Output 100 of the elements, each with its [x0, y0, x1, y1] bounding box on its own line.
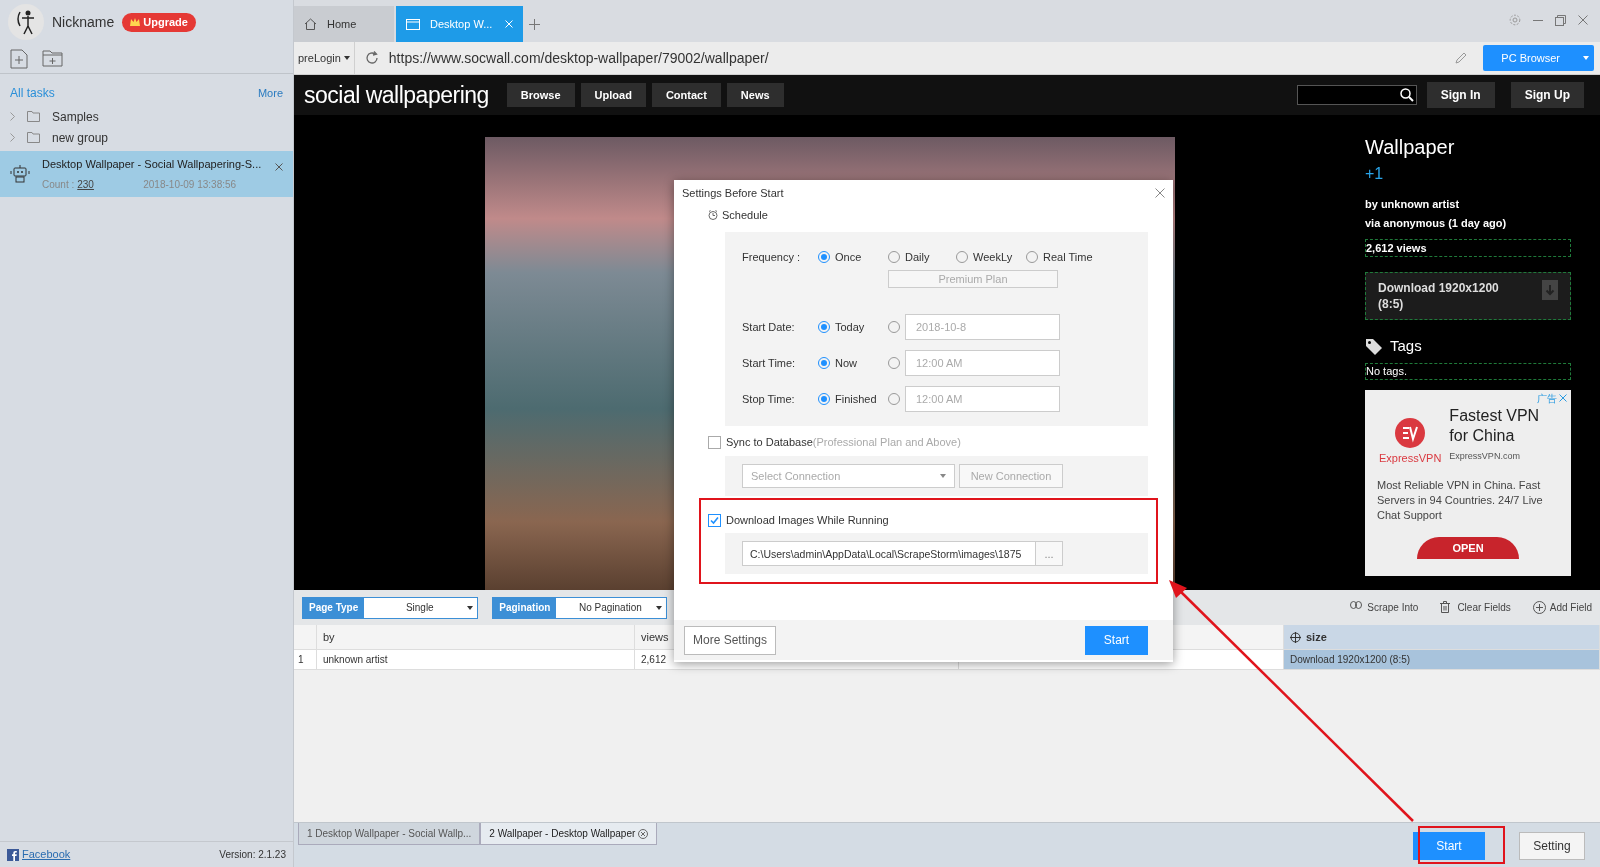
pagination-dropdown[interactable]: Pagination No Pagination [492, 596, 668, 619]
login-dropdown[interactable]: preLogin [294, 42, 355, 74]
path-field[interactable]: C:\Users\admin\AppData\Local\ScrapeStorm\images\1875 [742, 541, 1036, 566]
toolbar-action[interactable]: Scrape Into [1350, 600, 1419, 615]
chevron-icon[interactable] [10, 133, 15, 142]
setting-button[interactable]: Setting [1519, 832, 1585, 860]
sync-label: Sync to Database(Professional Plan and Above) [726, 434, 961, 450]
tags-heading: Tags [1390, 336, 1422, 356]
task-item[interactable]: Desktop Wallpaper - Social Wallpapering-S... Count : 230 2018-10-09 13:38:56 [0, 151, 293, 197]
robot-icon [10, 165, 30, 183]
nav-link[interactable]: Contact [651, 82, 721, 108]
chevron-icon[interactable] [10, 112, 15, 121]
task-tab[interactable]: 1 Desktop Wallpaper - Social Wallp... [298, 823, 481, 845]
vpn-logo-icon [1395, 417, 1426, 448]
views-label: 2,612 views [1365, 239, 1571, 257]
folder-icon [27, 132, 40, 143]
section-heading: Schedule [722, 207, 768, 223]
tags-label: No tags. [1365, 362, 1571, 380]
dialog-title: Settings Before Start [682, 185, 784, 201]
group-item[interactable]: Samples [0, 106, 293, 127]
radio-label: WeekLy [973, 249, 1013, 265]
checkbox[interactable] [708, 435, 721, 449]
premium-plan-label: Premium Plan [888, 270, 1058, 288]
caret-icon [656, 605, 663, 610]
more-settings-button[interactable]: More Settings [684, 625, 777, 655]
ad-brand: ExpressVPN [1379, 450, 1442, 466]
folder-icon [27, 111, 40, 122]
settings-icon[interactable] [1509, 14, 1521, 26]
task-title: Desktop Wallpaper - Social Wallpapering-S... [42, 156, 263, 172]
ad-text: Most Reliable VPN in China. Fast Servers in 94 Countries. 24/7 Live Chat Support [1376, 478, 1544, 523]
radio-label: Once [835, 249, 862, 265]
close-icon[interactable] [1578, 15, 1588, 25]
search-field[interactable] [1296, 85, 1417, 105]
version-label: Version: 2.1.23 [219, 848, 286, 862]
plus-one-link[interactable]: +1 [1365, 162, 1571, 186]
clock-icon [708, 210, 718, 220]
browse-button[interactable]: ... [1036, 541, 1063, 566]
field-label: Frequency : [742, 249, 802, 265]
new-file-icon[interactable] [10, 48, 28, 69]
caret-icon [940, 474, 946, 478]
ad-marker: 广告 [1537, 391, 1557, 406]
row-number: 1 [294, 650, 317, 669]
radio-label: Now [835, 355, 857, 371]
window-icon [406, 18, 420, 30]
close-icon[interactable] [275, 163, 283, 171]
ad-open-button[interactable]: OPEN [1417, 537, 1519, 559]
download-link[interactable]: Download 1920x1200 (8:5) [1365, 272, 1571, 320]
plus-circle-icon [1532, 601, 1546, 614]
field-label: Start Date: [742, 319, 796, 335]
edit-icon[interactable] [1455, 52, 1468, 64]
reload-icon[interactable] [364, 51, 379, 65]
new-tab-icon[interactable] [529, 19, 540, 30]
sign-in-link[interactable]: Sign In [1426, 82, 1495, 108]
address-bar[interactable]: preLogin https://www.socwall.com/desktop-wallpaper/79002/wallpaper/ PC Browser [294, 42, 1600, 75]
download-images-label: Download Images While Running [726, 512, 889, 528]
column-header[interactable]: by [317, 625, 635, 649]
facebook-link[interactable]: Facebook [22, 846, 71, 863]
upgrade-button[interactable]: Upgrade [122, 12, 196, 32]
group-item[interactable]: new group [0, 127, 293, 148]
page-type-dropdown[interactable]: Page Type Single [302, 596, 479, 619]
new-folder-icon[interactable] [42, 50, 63, 67]
caret-icon [467, 605, 474, 610]
wallpaper-title: Wallpaper [1365, 135, 1456, 159]
facebook-icon [7, 848, 19, 861]
radio-label: Finished [835, 391, 877, 407]
ad-headline: Fastest VPN for China [1449, 405, 1541, 446]
close-icon[interactable] [1155, 188, 1165, 198]
nav-link[interactable]: News [726, 82, 784, 108]
crosshair-icon [1290, 631, 1301, 643]
download-icon [1542, 280, 1558, 300]
caret-icon [343, 56, 350, 60]
toolbar-action[interactable]: Clear Fields [1440, 600, 1511, 615]
close-icon[interactable] [1559, 394, 1567, 402]
search-icon [1399, 88, 1414, 102]
browser-tab[interactable]: Home [294, 6, 394, 42]
ad-domain: ExpressVPN.com [1449, 449, 1521, 463]
radio-label: Real Time [1043, 249, 1093, 265]
task-tab[interactable]: 2 Wallpaper - Desktop Wallpaper [480, 823, 658, 845]
caret-icon [1583, 56, 1589, 60]
count-value: 230 [77, 178, 95, 193]
nav-link[interactable]: Upload [580, 82, 646, 108]
field-label: Start Time: [742, 355, 797, 371]
sign-up-link[interactable]: Sign Up [1510, 82, 1584, 108]
uploader-label: via anonymous (1 day ago) [1365, 215, 1508, 231]
field-label: Stop Time: [742, 391, 796, 407]
table-cell: Download 1920x1200 (8:5) [1284, 650, 1600, 669]
close-icon[interactable] [638, 828, 649, 839]
column-header[interactable]: size [1284, 625, 1600, 649]
table-cell: unknown artist [317, 650, 635, 669]
checkbox[interactable] [708, 513, 721, 527]
nav-link[interactable]: Browse [506, 82, 575, 108]
radio-label: Today [835, 319, 865, 335]
radio-label: Daily [905, 249, 930, 265]
site-logo: social wallpapering [304, 80, 489, 110]
artist-label: by unknown artist [1365, 197, 1461, 212]
toolbar-action[interactable]: Add Field [1532, 600, 1592, 615]
avatar-icon [8, 4, 44, 40]
restore-icon[interactable] [1555, 14, 1566, 26]
user-nickname: Nickname [52, 12, 115, 32]
task-date: 2018-10-09 13:38:56 [143, 178, 237, 193]
